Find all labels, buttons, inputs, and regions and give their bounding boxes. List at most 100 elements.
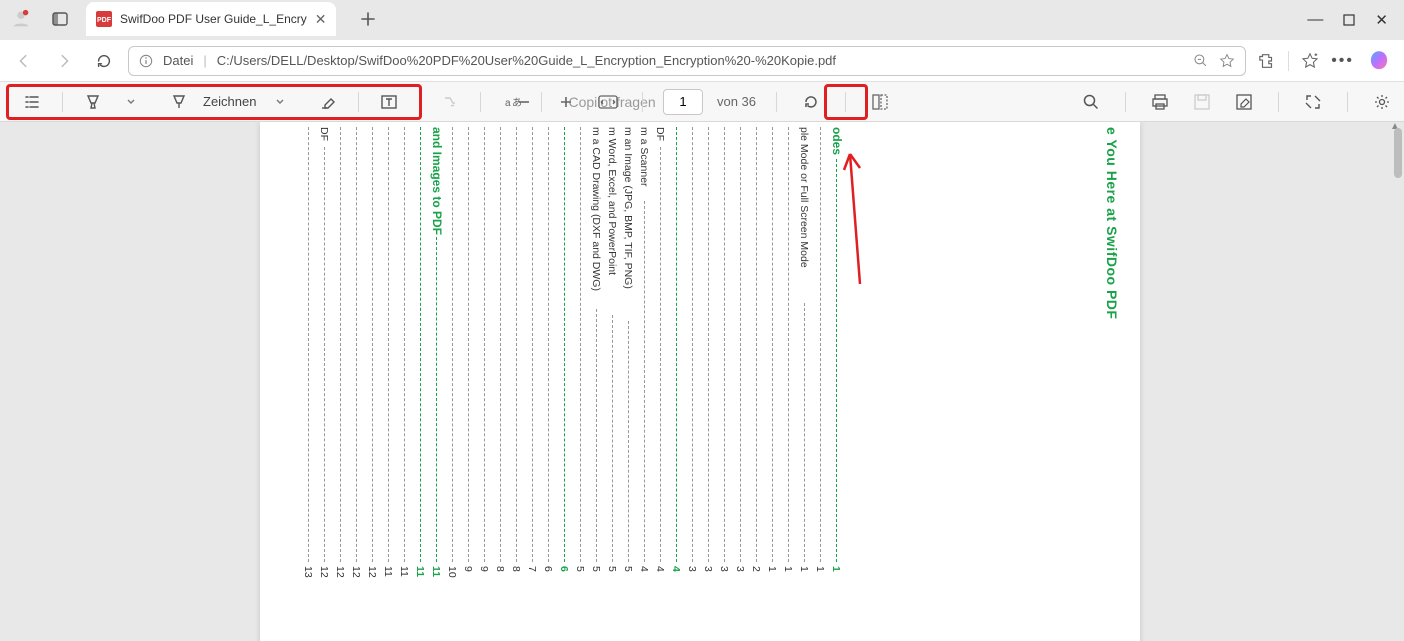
- toc-page-number: 12: [350, 566, 362, 578]
- toc-page-number: 3: [718, 566, 730, 572]
- toc-entry-text: m Word, Excel, and PowerPoint: [606, 127, 618, 275]
- toc-leader: [484, 127, 485, 562]
- scroll-thumb[interactable]: [1394, 128, 1402, 178]
- pdf-viewer[interactable]: e You Here at SwifDoo PDF odes 11 ple Mode…: [0, 122, 1404, 641]
- toc-leader: [516, 127, 517, 562]
- toc-page-number: 12: [318, 566, 330, 578]
- toc-leader: [548, 127, 549, 562]
- extensions-icon[interactable]: [1258, 52, 1276, 70]
- toc-page-number: 8: [494, 566, 506, 572]
- toc-leader: [820, 127, 821, 562]
- toc-leader: [404, 127, 405, 562]
- rotate-icon[interactable]: [797, 88, 825, 116]
- chevron-down-icon[interactable]: [266, 88, 294, 116]
- print-icon[interactable]: [1146, 88, 1174, 116]
- toc-leader: [452, 127, 453, 562]
- close-tab-icon[interactable]: ✕: [315, 11, 327, 28]
- toc-page-number: 2: [750, 566, 762, 572]
- back-button[interactable]: [8, 45, 40, 77]
- chevron-down-icon[interactable]: [117, 88, 145, 116]
- toc-leader: [596, 309, 597, 562]
- toc-leader: [724, 127, 725, 562]
- profile-icon[interactable]: [8, 6, 34, 32]
- copilot-icon[interactable]: [1366, 48, 1392, 74]
- toc-leader: [788, 127, 789, 562]
- toc-leader: [324, 147, 325, 562]
- toc-page-number: 5: [622, 566, 634, 572]
- toc-leader: [308, 127, 309, 562]
- new-tab-button[interactable]: [354, 5, 382, 33]
- toc-leader: [676, 127, 677, 562]
- tab-actions-icon[interactable]: [46, 5, 74, 33]
- doc-side-title: e You Here at SwifDoo PDF: [1104, 127, 1120, 319]
- save-as-icon[interactable]: [1230, 88, 1258, 116]
- browser-tab[interactable]: PDF SwifDoo PDF User Guide_L_Encry ✕: [86, 2, 336, 36]
- toc-page-number: 3: [734, 566, 746, 572]
- erase-icon[interactable]: [314, 88, 342, 116]
- settings-icon[interactable]: [1368, 88, 1396, 116]
- toc-page-number: 5: [590, 566, 602, 572]
- toc-entry-text: ple Mode or Full Screen Mode: [798, 127, 810, 268]
- toc-leader: [420, 127, 421, 562]
- zoom-in-button[interactable]: [552, 88, 580, 116]
- toc-page-number: 10: [446, 566, 458, 578]
- minimize-button[interactable]: —: [1307, 11, 1323, 29]
- draw-label[interactable]: Zeichnen: [203, 94, 256, 109]
- toc-leader: [708, 127, 709, 562]
- toc-leader: [372, 127, 373, 562]
- url-field[interactable]: Datei | C:/Users/DELL/Desktop/SwifDoo%20…: [128, 46, 1246, 76]
- read-aloud-icon[interactable]: [436, 88, 464, 116]
- toc-page-number: 9: [478, 566, 490, 572]
- toc-leader: [772, 127, 773, 562]
- pdf-file-icon: PDF: [96, 11, 112, 27]
- toc-entry-text: m an Image (JPG, BMP, TIF, PNG): [622, 127, 634, 289]
- toc-entry-text: odes: [830, 127, 844, 155]
- url-text: C:/Users/DELL/Desktop/SwifDoo%20PDF%20Us…: [217, 53, 1183, 68]
- more-menu-icon[interactable]: •••: [1331, 52, 1354, 70]
- toc-page-number: 4: [670, 566, 682, 572]
- toc-page-number: 3: [686, 566, 698, 572]
- toc-leader: [500, 127, 501, 562]
- toc-page-number: 5: [574, 566, 586, 572]
- toc-leader: [644, 201, 645, 562]
- toc-leader: [756, 127, 757, 562]
- info-icon: [139, 54, 153, 68]
- vertical-scrollbar[interactable]: ▲: [1388, 122, 1402, 641]
- toc-page-number: 6: [542, 566, 554, 572]
- titlebar: PDF SwifDoo PDF User Guide_L_Encry ✕ — ✕: [0, 0, 1404, 40]
- toc-page-number: 11: [382, 566, 394, 577]
- search-icon[interactable]: [1077, 88, 1105, 116]
- toc-page-number: 7: [526, 566, 538, 572]
- toc-page-number: 1: [830, 566, 842, 572]
- toc-leader: [468, 127, 469, 562]
- page-count-label: von 36: [717, 94, 756, 109]
- zoom-out-button[interactable]: [510, 88, 538, 116]
- contents-icon[interactable]: [18, 88, 46, 116]
- fit-width-icon[interactable]: [594, 88, 622, 116]
- refresh-button[interactable]: [88, 45, 120, 77]
- textbox-icon[interactable]: [375, 88, 403, 116]
- zoom-reset-icon[interactable]: [1193, 53, 1209, 69]
- favorites-bar-icon[interactable]: [1301, 52, 1319, 70]
- toc-leader: [388, 127, 389, 562]
- page-view-icon[interactable]: [866, 88, 894, 116]
- maximize-button[interactable]: [1343, 14, 1355, 26]
- toc-page-number: 11: [430, 566, 442, 577]
- toc-leader: [628, 321, 629, 562]
- page-number-input[interactable]: [663, 89, 703, 115]
- fullscreen-icon[interactable]: [1299, 88, 1327, 116]
- save-icon[interactable]: [1188, 88, 1216, 116]
- toc-leader: [836, 159, 837, 562]
- toc-leader: [660, 147, 661, 562]
- toc-leader: [436, 237, 437, 562]
- toc-leader: [356, 127, 357, 562]
- forward-button[interactable]: [48, 45, 80, 77]
- url-scheme: Datei: [163, 53, 193, 68]
- close-window-button[interactable]: ✕: [1375, 11, 1388, 29]
- toc-page-number: 8: [510, 566, 522, 572]
- favorite-icon[interactable]: [1219, 53, 1235, 69]
- draw-icon[interactable]: [165, 88, 193, 116]
- toc-page-number: 11: [414, 566, 426, 577]
- toc-entry-text: m a Scanner: [638, 127, 650, 187]
- highlight-icon[interactable]: [79, 88, 107, 116]
